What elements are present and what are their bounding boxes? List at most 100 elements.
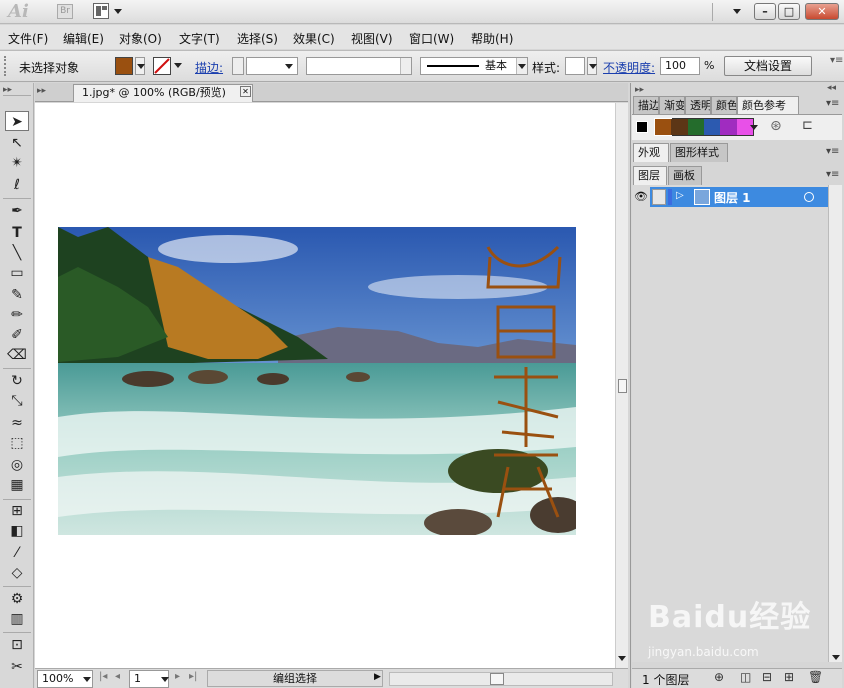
menu-type[interactable]: 文字(T) bbox=[179, 30, 220, 47]
current-tool-status[interactable]: 编组选择 bbox=[207, 670, 383, 687]
minimize-button[interactable]: – bbox=[754, 3, 776, 20]
previous-artboard-icon[interactable]: ◂ bbox=[115, 671, 120, 682]
graphic-style-swatch[interactable] bbox=[565, 57, 585, 75]
magic-wand-tool-icon[interactable]: ✴ bbox=[5, 153, 29, 173]
type-tool-icon[interactable]: T bbox=[5, 223, 29, 243]
eraser-tool-icon[interactable]: ⌫ bbox=[5, 345, 29, 365]
save-swatch-group-icon[interactable]: ⊏ bbox=[802, 118, 813, 133]
layers-scrollbar[interactable] bbox=[828, 185, 842, 662]
harmony-swatch[interactable] bbox=[653, 118, 673, 136]
shape-builder-tool-icon[interactable]: ◎ bbox=[5, 455, 29, 475]
harmony-swatch[interactable] bbox=[671, 119, 688, 135]
edit-colors-icon[interactable]: ⊛ bbox=[770, 118, 782, 134]
first-artboard-icon[interactable]: |◂ bbox=[99, 671, 107, 682]
menu-select[interactable]: 选择(S) bbox=[237, 30, 278, 47]
last-artboard-icon[interactable]: ▸| bbox=[189, 671, 197, 682]
next-artboard-icon[interactable]: ▸ bbox=[175, 671, 180, 682]
menu-edit[interactable]: 编辑(E) bbox=[63, 30, 104, 47]
warp-tool-icon[interactable]: ≈ bbox=[5, 413, 29, 433]
menu-view[interactable]: 视图(V) bbox=[351, 30, 393, 47]
tab-layers[interactable]: 图层 bbox=[633, 166, 667, 185]
document-setup-button[interactable]: 文档设置 bbox=[724, 56, 812, 76]
mesh-tool-icon[interactable]: ⊞ bbox=[5, 501, 29, 521]
tab-transparency[interactable]: 透明 bbox=[685, 96, 711, 115]
landscape-photo[interactable] bbox=[58, 227, 576, 535]
tab-artboards[interactable]: 画板 bbox=[668, 166, 702, 185]
tab-color[interactable]: 颜色 bbox=[711, 96, 737, 115]
menu-window[interactable]: 窗口(W) bbox=[409, 30, 454, 47]
make-clipping-mask-icon[interactable]: ◫ bbox=[740, 670, 751, 684]
arrange-documents-icon[interactable] bbox=[93, 3, 109, 19]
direct-selection-tool-icon[interactable]: ↖ bbox=[5, 133, 29, 153]
slice-tool-icon[interactable]: ✂ bbox=[5, 657, 29, 677]
pencil-tool-icon[interactable]: ✏ bbox=[5, 305, 29, 325]
panel-menu-icon[interactable]: ▾≡ bbox=[826, 146, 839, 157]
style-dropdown[interactable] bbox=[587, 57, 597, 75]
expand-panels-icon[interactable]: ◂◂ bbox=[827, 83, 836, 93]
target-circle-icon[interactable] bbox=[804, 192, 814, 202]
collapse-arrows-icon[interactable]: ▸▸ bbox=[635, 85, 644, 95]
selection-tool-icon[interactable]: ➤ bbox=[5, 111, 29, 131]
layer-name[interactable]: 图层 1 bbox=[714, 189, 751, 206]
close-button[interactable]: ✕ bbox=[805, 3, 839, 20]
tab-graphic-styles[interactable]: 图形样式 bbox=[670, 143, 728, 162]
stroke-label[interactable]: 描边: bbox=[195, 59, 223, 76]
vertical-scrollbar[interactable] bbox=[615, 103, 628, 668]
chevron-down-icon[interactable] bbox=[114, 9, 122, 14]
panel-menu-icon[interactable]: ▾≡ bbox=[826, 169, 839, 180]
artboard-dropdown-icon[interactable] bbox=[161, 677, 169, 682]
stroke-none-swatch[interactable] bbox=[153, 57, 171, 75]
rotate-tool-icon[interactable]: ↻ bbox=[5, 371, 29, 391]
paintbrush-tool-icon[interactable]: ✎ bbox=[5, 285, 29, 305]
menu-help[interactable]: 帮助(H) bbox=[471, 30, 513, 47]
stroke-profile-field[interactable]: 基本 bbox=[420, 57, 528, 75]
gradient-tool-icon[interactable]: ◧ bbox=[5, 521, 29, 541]
scale-tool-icon[interactable]: ⤡ bbox=[5, 391, 29, 411]
trash-icon[interactable]: 🗑 bbox=[808, 670, 823, 684]
harmony-swatch[interactable] bbox=[720, 119, 737, 135]
blob-brush-tool-icon[interactable]: ✐ bbox=[5, 325, 29, 345]
scroll-down-icon[interactable] bbox=[832, 655, 840, 660]
new-sublayer-icon[interactable]: ⊟ bbox=[762, 670, 772, 684]
line-tool-icon[interactable]: ╲ bbox=[5, 243, 29, 263]
stroke-weight-stepper[interactable] bbox=[232, 57, 244, 75]
control-panel-menu-icon[interactable]: ▾≡ bbox=[830, 55, 843, 66]
visibility-eye-icon[interactable]: 👁 bbox=[632, 187, 650, 207]
variable-width-field[interactable] bbox=[306, 57, 412, 75]
tab-color-guide[interactable]: 颜色参考 bbox=[737, 96, 799, 115]
horizontal-scrollbar[interactable] bbox=[389, 672, 613, 686]
stroke-dropdown[interactable] bbox=[173, 57, 183, 75]
free-transform-tool-icon[interactable]: ⬚ bbox=[5, 433, 29, 453]
harmony-swatch-strip[interactable] bbox=[653, 118, 754, 136]
menu-effect[interactable]: 效果(C) bbox=[293, 30, 335, 47]
lasso-tool-icon[interactable]: ℓ bbox=[5, 175, 29, 195]
lock-toggle[interactable] bbox=[652, 189, 666, 205]
eyedropper-tool-icon[interactable]: ⁄ bbox=[5, 543, 29, 563]
panel-menu-icon[interactable]: ▾≡ bbox=[826, 98, 839, 109]
status-menu-icon[interactable]: ▶ bbox=[374, 672, 381, 682]
graph-tool-icon[interactable]: ▥ bbox=[5, 609, 29, 629]
grip-handle[interactable] bbox=[4, 56, 8, 76]
tab-gradient[interactable]: 渐变 bbox=[659, 96, 685, 115]
fill-dropdown[interactable] bbox=[135, 57, 145, 75]
close-tab-icon[interactable]: ✕ bbox=[240, 86, 251, 97]
opacity-label[interactable]: 不透明度: bbox=[603, 59, 655, 76]
collapse-arrows-icon[interactable]: ▸▸ bbox=[37, 86, 46, 96]
new-layer-icon[interactable]: ⊞ bbox=[784, 670, 794, 684]
menu-file[interactable]: 文件(F) bbox=[8, 30, 48, 47]
layers-list[interactable] bbox=[632, 185, 828, 662]
scroll-down-icon[interactable] bbox=[618, 656, 626, 661]
tab-appearance[interactable]: 外观 bbox=[633, 143, 669, 162]
maximize-button[interactable]: □ bbox=[778, 3, 800, 20]
locate-object-icon[interactable]: ⊕ bbox=[714, 670, 724, 684]
artboard-tool-icon[interactable]: ⊡ bbox=[5, 635, 29, 655]
opacity-field[interactable]: 100 bbox=[660, 57, 700, 75]
symbol-sprayer-tool-icon[interactable]: ⚙ bbox=[5, 589, 29, 609]
harmony-swatch[interactable] bbox=[687, 119, 704, 135]
workspace-dropdown-icon[interactable] bbox=[733, 9, 741, 14]
document-tab[interactable]: 1.jpg* @ 100% (RGB/预览) ✕ bbox=[73, 84, 253, 102]
artboard-canvas[interactable] bbox=[35, 103, 615, 668]
layer-row[interactable]: 👁 ▷ 图层 1 bbox=[632, 187, 828, 207]
base-color-swatch[interactable] bbox=[636, 121, 648, 133]
harmony-dropdown-icon[interactable] bbox=[750, 125, 758, 130]
